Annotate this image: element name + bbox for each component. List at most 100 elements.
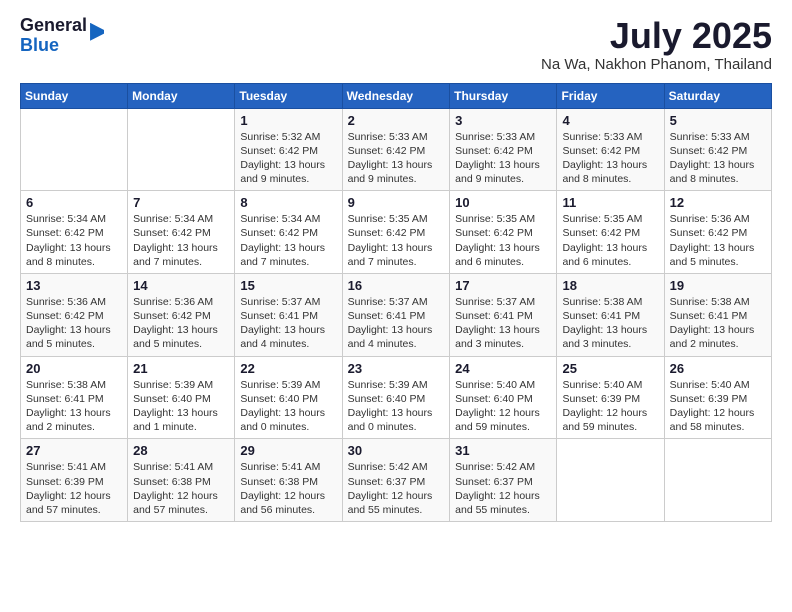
day-detail: Sunrise: 5:38 AMSunset: 6:41 PMDaylight:… [562, 295, 658, 352]
day-header-monday: Monday [128, 83, 235, 108]
day-detail: Sunrise: 5:40 AMSunset: 6:40 PMDaylight:… [455, 378, 551, 435]
day-detail: Sunrise: 5:42 AMSunset: 6:37 PMDaylight:… [348, 460, 445, 517]
calendar-cell: 29 Sunrise: 5:41 AMSunset: 6:38 PMDayligh… [235, 439, 342, 522]
day-number: 9 [348, 195, 445, 210]
day-number: 31 [455, 443, 551, 458]
day-number: 12 [670, 195, 766, 210]
calendar-cell: 1Sunrise: 5:32 AMSunset: 6:42 PMDaylight… [235, 108, 342, 191]
day-header-thursday: Thursday [450, 83, 557, 108]
day-detail: Sunrise: 5:36 AMSunset: 6:42 PMDaylight:… [133, 295, 229, 352]
calendar-cell: 9 Sunrise: 5:35 AMSunset: 6:42 PMDaylight… [342, 191, 450, 274]
calendar-cell: 12 Sunrise: 5:36 AMSunset: 6:42 PMDayligh… [664, 191, 771, 274]
day-number: 30 [348, 443, 445, 458]
day-number: 22 [240, 361, 336, 376]
calendar-week-1: 1Sunrise: 5:32 AMSunset: 6:42 PMDaylight… [21, 108, 772, 191]
main-title: July 2025 [541, 16, 772, 56]
day-number: 1 [240, 113, 336, 128]
day-header-tuesday: Tuesday [235, 83, 342, 108]
day-detail: Sunrise: 5:35 AMSunset: 6:42 PMDaylight:… [562, 212, 658, 269]
calendar-cell: 28 Sunrise: 5:41 AMSunset: 6:38 PMDayligh… [128, 439, 235, 522]
day-detail: Sunrise: 5:38 AMSunset: 6:41 PMDaylight:… [26, 378, 122, 435]
day-detail: Sunrise: 5:41 AMSunset: 6:39 PMDaylight:… [26, 460, 122, 517]
day-detail: Sunrise: 5:33 AMSunset: 6:42 PMDaylight:… [348, 130, 445, 187]
calendar-week-2: 6 Sunrise: 5:34 AMSunset: 6:42 PMDaylight… [21, 191, 772, 274]
day-detail: Sunrise: 5:40 AMSunset: 6:39 PMDaylight:… [670, 378, 766, 435]
calendar-cell [21, 108, 128, 191]
calendar-cell: 25 Sunrise: 5:40 AMSunset: 6:39 PMDayligh… [557, 356, 664, 439]
calendar-cell: 18 Sunrise: 5:38 AMSunset: 6:41 PMDayligh… [557, 273, 664, 356]
calendar-cell: 5 Sunrise: 5:33 AMSunset: 6:42 PMDaylight… [664, 108, 771, 191]
calendar-cell: 15Sunrise: 5:37 AMSunset: 6:41 PMDayligh… [235, 273, 342, 356]
title-block: July 2025 Na Wa, Nakhon Phanom, Thailand [541, 16, 772, 73]
day-number: 10 [455, 195, 551, 210]
day-detail: Sunrise: 5:36 AMSunset: 6:42 PMDaylight:… [670, 212, 766, 269]
day-detail: Sunrise: 5:35 AMSunset: 6:42 PMDaylight:… [455, 212, 551, 269]
day-detail: Sunrise: 5:39 AMSunset: 6:40 PMDaylight:… [133, 378, 229, 435]
day-detail: Sunrise: 5:39 AMSunset: 6:40 PMDaylight:… [348, 378, 445, 435]
day-number: 27 [26, 443, 122, 458]
day-detail: Sunrise: 5:33 AMSunset: 6:42 PMDaylight:… [455, 130, 551, 187]
calendar-cell: 22Sunrise: 5:39 AMSunset: 6:40 PMDayligh… [235, 356, 342, 439]
calendar-cell: 6Sunrise: 5:34 AMSunset: 6:42 PMDaylight… [21, 191, 128, 274]
calendar-table: SundayMondayTuesdayWednesdayThursdayFrid… [20, 83, 772, 522]
day-number: 14 [133, 278, 229, 293]
calendar-cell: 24 Sunrise: 5:40 AMSunset: 6:40 PMDayligh… [450, 356, 557, 439]
day-number: 13 [26, 278, 122, 293]
calendar-cell: 8Sunrise: 5:34 AMSunset: 6:42 PMDaylight… [235, 191, 342, 274]
calendar-week-3: 13 Sunrise: 5:36 AMSunset: 6:42 PMDayligh… [21, 273, 772, 356]
day-detail: Sunrise: 5:36 AMSunset: 6:42 PMDaylight:… [26, 295, 122, 352]
day-detail: Sunrise: 5:37 AMSunset: 6:41 PMDaylight:… [455, 295, 551, 352]
calendar-cell: 20 Sunrise: 5:38 AMSunset: 6:41 PMDayligh… [21, 356, 128, 439]
day-number: 20 [26, 361, 122, 376]
logo: General Blue [20, 16, 104, 56]
logo-blue: Blue [20, 36, 87, 56]
calendar-cell: 31Sunrise: 5:42 AMSunset: 6:37 PMDayligh… [450, 439, 557, 522]
day-header-saturday: Saturday [664, 83, 771, 108]
day-number: 23 [348, 361, 445, 376]
calendar-cell [557, 439, 664, 522]
page-header: General Blue July 2025 Na Wa, Nakhon Pha… [20, 16, 772, 73]
day-number: 3 [455, 113, 551, 128]
day-number: 17 [455, 278, 551, 293]
day-number: 4 [562, 113, 658, 128]
day-detail: Sunrise: 5:41 AMSunset: 6:38 PMDaylight:… [240, 460, 336, 517]
day-number: 24 [455, 361, 551, 376]
day-number: 18 [562, 278, 658, 293]
day-detail: Sunrise: 5:33 AMSunset: 6:42 PMDaylight:… [562, 130, 658, 187]
day-detail: Sunrise: 5:34 AMSunset: 6:42 PMDaylight:… [240, 212, 336, 269]
day-number: 29 [240, 443, 336, 458]
calendar-cell: 21 Sunrise: 5:39 AMSunset: 6:40 PMDayligh… [128, 356, 235, 439]
calendar-cell: 4 Sunrise: 5:33 AMSunset: 6:42 PMDaylight… [557, 108, 664, 191]
calendar-cell: 2Sunrise: 5:33 AMSunset: 6:42 PMDaylight… [342, 108, 450, 191]
day-detail: Sunrise: 5:33 AMSunset: 6:42 PMDaylight:… [670, 130, 766, 187]
calendar-cell: 17 Sunrise: 5:37 AMSunset: 6:41 PMDayligh… [450, 273, 557, 356]
day-number: 16 [348, 278, 445, 293]
day-detail: Sunrise: 5:38 AMSunset: 6:41 PMDaylight:… [670, 295, 766, 352]
day-number: 5 [670, 113, 766, 128]
calendar-week-5: 27 Sunrise: 5:41 AMSunset: 6:39 PMDayligh… [21, 439, 772, 522]
day-number: 26 [670, 361, 766, 376]
logo-general: General [20, 16, 87, 36]
day-number: 25 [562, 361, 658, 376]
calendar-cell: 19 Sunrise: 5:38 AMSunset: 6:41 PMDayligh… [664, 273, 771, 356]
day-detail: Sunrise: 5:37 AMSunset: 6:41 PMDaylight:… [348, 295, 445, 352]
day-number: 19 [670, 278, 766, 293]
calendar-week-4: 20 Sunrise: 5:38 AMSunset: 6:41 PMDayligh… [21, 356, 772, 439]
day-detail: Sunrise: 5:40 AMSunset: 6:39 PMDaylight:… [562, 378, 658, 435]
day-detail: Sunrise: 5:35 AMSunset: 6:42 PMDaylight:… [348, 212, 445, 269]
logo-icon [90, 23, 104, 41]
day-number: 11 [562, 195, 658, 210]
day-number: 21 [133, 361, 229, 376]
calendar-cell: 14 Sunrise: 5:36 AMSunset: 6:42 PMDayligh… [128, 273, 235, 356]
calendar-cell: 23 Sunrise: 5:39 AMSunset: 6:40 PMDayligh… [342, 356, 450, 439]
calendar-cell: 27 Sunrise: 5:41 AMSunset: 6:39 PMDayligh… [21, 439, 128, 522]
day-number: 28 [133, 443, 229, 458]
day-header-friday: Friday [557, 83, 664, 108]
day-header-sunday: Sunday [21, 83, 128, 108]
day-number: 15 [240, 278, 336, 293]
day-detail: Sunrise: 5:41 AMSunset: 6:38 PMDaylight:… [133, 460, 229, 517]
calendar-cell: 11 Sunrise: 5:35 AMSunset: 6:42 PMDayligh… [557, 191, 664, 274]
day-number: 6 [26, 195, 122, 210]
calendar-cell: 7Sunrise: 5:34 AMSunset: 6:42 PMDaylight… [128, 191, 235, 274]
calendar-cell: 26 Sunrise: 5:40 AMSunset: 6:39 PMDayligh… [664, 356, 771, 439]
